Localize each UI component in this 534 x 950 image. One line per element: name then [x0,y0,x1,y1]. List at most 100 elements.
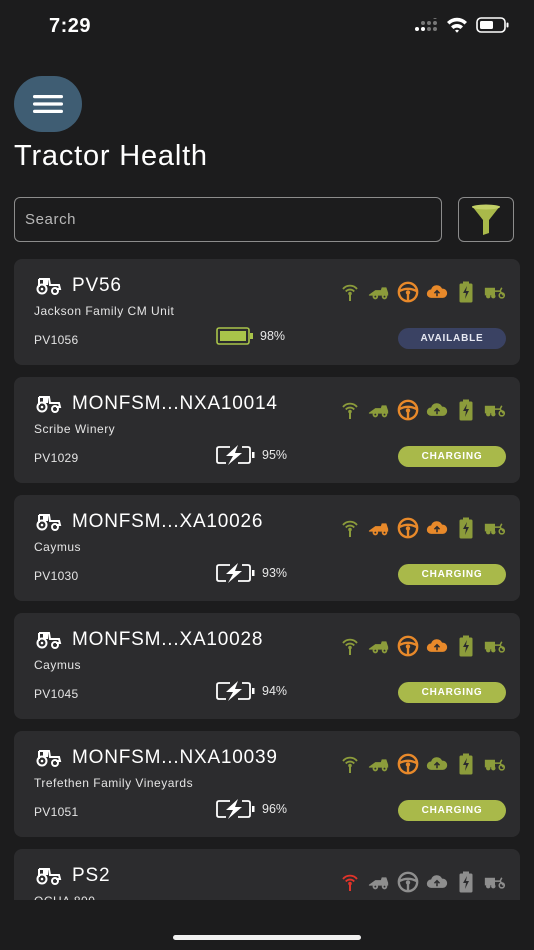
steering-icon [397,635,419,657]
tractor-icon [34,631,62,654]
farm-name: Scribe Winery [34,422,116,436]
tractor-card[interactable]: MONFSM...NXA10014 Scribe Winery PV1029 95%… [14,377,520,483]
truck-icon [484,399,506,421]
serial-number: PV1030 [34,569,79,583]
tractor-name: MONFSM...XA10028 [72,629,264,650]
battery-charging-icon [216,563,256,583]
serial-number: PV1051 [34,805,79,819]
cloud-icon [426,871,448,893]
truck-icon [484,635,506,657]
implement-icon [368,517,390,539]
battery-icon [455,871,477,893]
battery-percent: 96% [262,802,288,816]
implement-icon [368,281,390,303]
status-icons [414,17,510,33]
battery-level: 95% [216,445,287,465]
truck-icon [484,281,506,303]
status-badge: CHARGING [398,564,506,585]
farm-name: Caymus [34,658,82,672]
tractor-name: PS2 [72,865,111,886]
farm-name: Caymus [34,540,82,554]
tractor-card[interactable]: PS2 OCHA 800 [14,849,520,900]
battery-icon [455,399,477,421]
cloud-icon [426,635,448,657]
signal-icon [339,753,361,775]
status-time: 7:29 [49,15,92,37]
battery-charging-icon [216,799,256,819]
status-badge: CHARGING [398,446,506,467]
tractor-icon [34,513,62,536]
serial-number: PV1029 [34,451,79,465]
steering-icon [397,753,419,775]
farm-name: Trefethen Family Vineyards [34,776,194,790]
signal-icon [339,871,361,893]
battery-level: 96% [216,799,287,819]
status-badge: AVAILABLE [398,328,506,349]
tractor-card[interactable]: MONFSM...XA10026 Caymus PV1030 93% CHARGIN… [14,495,520,601]
tractor-icon [34,867,62,890]
health-indicators [339,635,506,657]
health-indicators [339,399,506,421]
cloud-icon [426,517,448,539]
battery-charging-icon [216,445,256,465]
truck-icon [484,517,506,539]
search-input[interactable] [14,197,442,242]
health-indicators [339,871,506,893]
tractor-card[interactable]: MONFSM...XA10028 Caymus PV1045 94% CHARGIN… [14,613,520,719]
wifi-icon [447,17,467,33]
battery-percent: 98% [260,329,286,343]
steering-icon [397,281,419,303]
implement-icon [368,635,390,657]
farm-name: OCHA 800 [34,894,95,900]
farm-name: Jackson Family CM Unit [34,304,175,318]
tractor-name: PV56 [72,275,122,296]
phone-battery-icon [476,17,509,33]
battery-icon [455,281,477,303]
signal-icon [339,399,361,421]
battery-level: 98% [216,327,285,345]
tractor-icon [34,277,62,300]
battery-icon [455,635,477,657]
tractor-icon [34,749,62,772]
serial-number: PV1056 [34,333,79,347]
steering-icon [397,871,419,893]
tractor-name: MONFSM...NXA10039 [72,747,278,768]
health-indicators [339,517,506,539]
steering-icon [397,399,419,421]
filter-icon [472,204,500,235]
home-indicator[interactable] [173,935,361,940]
implement-icon [368,871,390,893]
implement-icon [368,753,390,775]
status-badge: CHARGING [398,800,506,821]
battery-icon [455,517,477,539]
tractor-card[interactable]: MONFSM...NXA10039 Trefethen Family Vineya… [14,731,520,837]
tractor-icon [34,395,62,418]
filter-button[interactable] [458,197,514,242]
health-indicators [339,281,506,303]
battery-full-icon [216,327,254,345]
signal-icon [339,281,361,303]
status-bar: 7:29 [0,0,534,56]
tractor-list[interactable]: PV56 Jackson Family CM Unit PV1056 98% AVA… [0,259,534,900]
signal-icon [339,635,361,657]
battery-level: 94% [216,681,287,701]
tractor-card[interactable]: PV56 Jackson Family CM Unit PV1056 98% AVA… [14,259,520,365]
battery-charging-icon [216,681,256,701]
menu-button[interactable] [14,76,82,132]
hamburger-icon [33,95,63,113]
implement-icon [368,399,390,421]
steering-icon [397,517,419,539]
cloud-icon [426,753,448,775]
tractor-name: MONFSM...XA10026 [72,511,264,532]
health-indicators [339,753,506,775]
signal-icon [339,517,361,539]
cloud-icon [426,281,448,303]
tractor-name: MONFSM...NXA10014 [72,393,278,414]
battery-icon [455,753,477,775]
page-title: Tractor Health [14,140,208,172]
serial-number: PV1045 [34,687,79,701]
status-badge: CHARGING [398,682,506,703]
cloud-icon [426,399,448,421]
battery-percent: 95% [262,448,288,462]
truck-icon [484,871,506,893]
